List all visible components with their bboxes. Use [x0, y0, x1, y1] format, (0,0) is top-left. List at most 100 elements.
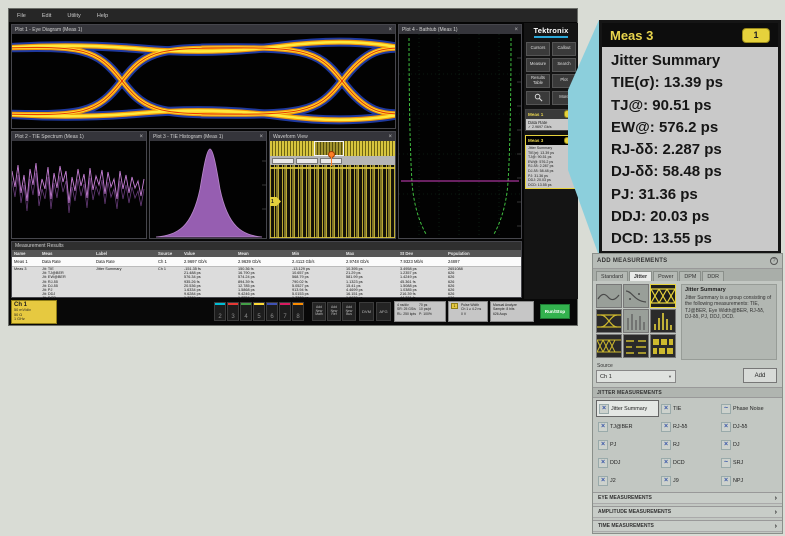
measurement-item[interactable]: × TIE	[659, 400, 719, 417]
add-new-button[interactable]: Add New Ref	[327, 302, 341, 321]
measurement-item[interactable]: ~ Phase Noise	[719, 400, 780, 417]
jitter-measurements-section-header[interactable]: JITTER MEASUREMENTS	[593, 387, 782, 398]
measurement-item[interactable]: × DCD	[659, 454, 719, 471]
measurement-item[interactable]: × J9	[659, 472, 719, 489]
oscilloscope-window: File Edit Utility Help Plot 1 - Eye Diagram…	[8, 8, 578, 326]
jitter-value-line: PJ: 31.36 ps	[611, 184, 778, 206]
phase-noise-thumbnail[interactable]	[623, 284, 649, 308]
menu-item[interactable]: Edit	[42, 13, 51, 19]
callout-count-badge: 1	[742, 28, 770, 43]
measurement-icon: ×	[661, 440, 671, 450]
measurement-item[interactable]: × J2	[596, 472, 659, 489]
add-new-bottom-label: Bus	[346, 313, 352, 317]
channel-button[interactable]: 8	[292, 302, 304, 321]
afg-button[interactable]: AFG	[376, 302, 391, 321]
channel-button[interactable]: 5	[253, 302, 265, 321]
collapsed-section[interactable]: AMPLITUDE MEASUREMENTS ›	[593, 506, 782, 518]
dj-thumbnail[interactable]	[623, 334, 649, 358]
waveform-title-bar[interactable]: Waveform View ×	[270, 132, 395, 141]
measurement-item[interactable]: × NPJ	[719, 472, 780, 489]
trigger-source-chip: 1	[451, 303, 458, 309]
plot3-title-bar[interactable]: Plot 3 - TIE Histogram (Meas 1) ×	[150, 132, 266, 141]
tj-thumbnail[interactable]	[596, 334, 622, 358]
measurement-item[interactable]: × DJ-δδ	[719, 418, 780, 435]
measurement-item[interactable]: × DJ	[719, 436, 780, 453]
add-new-button[interactable]: Add New Math	[312, 302, 326, 321]
add-measurements-title: ADD MEASUREMENTS	[597, 258, 667, 264]
digital-waveform-trace	[270, 165, 395, 238]
col-header: Min	[292, 251, 346, 256]
collapsed-section[interactable]: TIME MEASUREMENTS ›	[593, 520, 782, 532]
cell: 2.9697 Gb/s	[184, 259, 238, 264]
measurement-label: DCD	[673, 460, 685, 466]
sidebar-button[interactable]: Results Table	[526, 74, 550, 88]
measurement-item[interactable]: × Jitter Summary	[596, 400, 659, 417]
close-icon[interactable]: ×	[388, 27, 392, 33]
measurement-category-tab[interactable]: DPM	[679, 271, 701, 281]
col-header: Meas	[42, 251, 96, 256]
menu-item[interactable]: Utility	[67, 13, 80, 19]
table-row-meas1[interactable]: Meas 1 Data Rate Data Rate Ch 1 2.9697 G…	[12, 257, 521, 267]
acquisition-settings-badge[interactable]: Manual AnalyzeSample: 8 bits626 Acqs	[490, 301, 534, 322]
run-stop-button[interactable]: Run/Stop	[540, 304, 570, 319]
eye-thumb-icon	[597, 310, 621, 332]
horizontal-settings-badge[interactable]: 4 ns/divSR: 25 GS/sRL: 250 kpts 70 ps10 …	[394, 301, 446, 322]
measurement-category-tab[interactable]: Standard	[596, 271, 628, 281]
readout-box[interactable]	[296, 158, 318, 164]
close-icon[interactable]: ×	[514, 27, 518, 33]
help-icon[interactable]: ?	[770, 257, 778, 265]
channel-1-badge[interactable]: Ch 1 50 mV/div50 Ω1 GHz	[11, 300, 57, 324]
channel-button[interactable]: 4	[240, 302, 252, 321]
close-icon[interactable]: ×	[388, 134, 392, 140]
channel-button[interactable]: 6	[266, 302, 278, 321]
measurement-label: DJ	[733, 442, 740, 448]
channel-button[interactable]: 7	[279, 302, 291, 321]
readout-box[interactable]	[272, 158, 294, 164]
sidebar-button[interactable]: Measure	[526, 58, 550, 72]
plot2-title-bar[interactable]: Plot 2 - TIE Spectrum (Meas 1) ×	[12, 132, 146, 141]
trigger-settings-badge[interactable]: 1 Pulse WidthCh 1 ≥ 4.2 ns0 V	[448, 301, 488, 322]
rj-thumbnail[interactable]	[623, 309, 649, 333]
channel-button[interactable]: 3	[227, 302, 239, 321]
menu-item[interactable]: File	[17, 13, 26, 19]
measurement-icon: ×	[598, 440, 608, 450]
measurement-icon: ×	[721, 440, 731, 450]
zoom-button[interactable]	[526, 91, 550, 105]
measurement-category-tab[interactable]: Jitter	[629, 271, 652, 281]
meas1-badge-title: Meas 1	[528, 112, 543, 117]
jitter-summary-thumbnail-selected[interactable]	[650, 284, 676, 308]
channel-button[interactable]: 2	[214, 302, 226, 321]
trigger-position-stem	[331, 157, 332, 166]
callout-title: Meas 3	[610, 28, 653, 43]
histogram-thumbnail[interactable]	[650, 309, 676, 333]
waveform-title: Waveform View	[273, 134, 308, 140]
dvm-button[interactable]: DVM	[359, 302, 374, 321]
ddj-thumbnail[interactable]	[650, 334, 676, 358]
jitter-value-line: TJ@: 90.51 ps	[611, 95, 778, 117]
add-new-button[interactable]: Add New Bus	[342, 302, 356, 321]
menu-item[interactable]: Help	[97, 13, 108, 19]
measurement-category-tab[interactable]: DDR	[702, 271, 724, 281]
measurement-item[interactable]: × TJ@BER	[596, 418, 659, 435]
tie-spectrum-trace	[12, 141, 146, 238]
measurement-category-tab[interactable]: Power	[653, 271, 678, 281]
measurement-item[interactable]: × RJ-δδ	[659, 418, 719, 435]
sidebar-button[interactable]: Cursors	[526, 42, 550, 56]
measurement-item[interactable]: × DDJ	[596, 454, 659, 471]
measurement-results-table: Measurement Results Name Meas Label Sour…	[11, 241, 522, 298]
measurement-label: NPJ	[733, 478, 743, 484]
collapsed-section[interactable]: EYE MEASUREMENTS ›	[593, 492, 782, 504]
eye-thumbnail[interactable]	[596, 309, 622, 333]
measurement-item[interactable]: × RJ	[659, 436, 719, 453]
add-button[interactable]: Add	[743, 368, 777, 383]
jitter-summary-thumb-icon	[651, 285, 675, 307]
measurement-item[interactable]: × PJ	[596, 436, 659, 453]
source-dropdown[interactable]: Ch 1 ▼	[596, 370, 676, 383]
plot1-title-bar[interactable]: Plot 1 - Eye Diagram (Meas 1) ×	[12, 25, 395, 34]
plot4-title-bar[interactable]: Plot 4 - Bathtub (Meas 1) ×	[399, 25, 521, 34]
measurement-item[interactable]: ~ SRJ	[719, 454, 780, 471]
add-measurements-header: ADD MEASUREMENTS ?	[593, 254, 782, 269]
spectrum-thumbnail[interactable]	[596, 284, 622, 308]
close-icon[interactable]: ×	[259, 134, 263, 140]
close-icon[interactable]: ×	[139, 134, 143, 140]
